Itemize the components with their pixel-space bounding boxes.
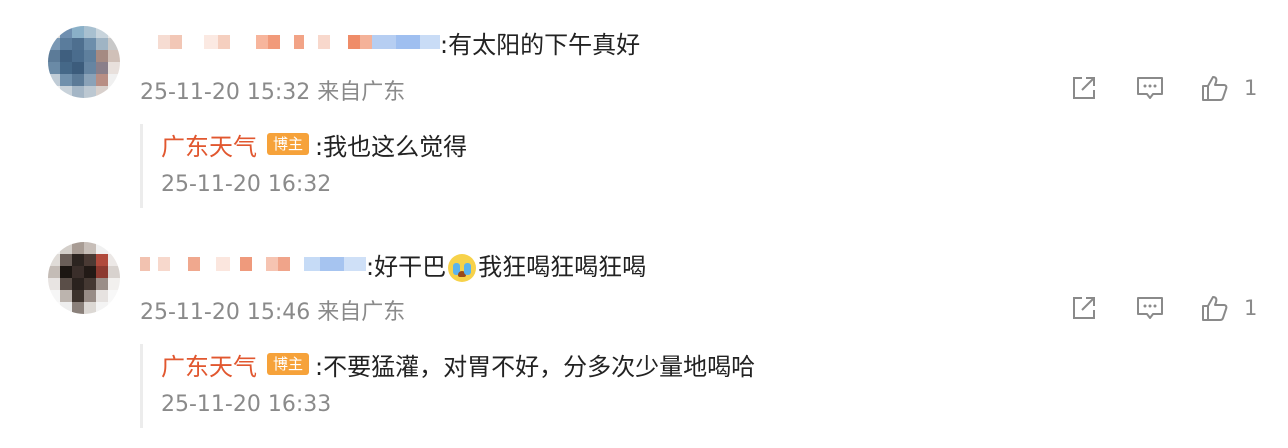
like-button[interactable]: 1	[1200, 292, 1257, 324]
reply-block: 广东天气 博主 :我也这么觉得 25-11-20 16:32	[140, 124, 1261, 208]
comment-text-before: :好干巴	[366, 252, 447, 281]
blogger-badge: 博主	[267, 353, 310, 375]
comment-icon	[1137, 297, 1163, 319]
like-count: 1	[1244, 296, 1258, 320]
reply-time: 25-11-20 16:33	[161, 392, 332, 417]
reply-text: :我也这么觉得	[315, 132, 468, 161]
reply-button[interactable]	[1134, 72, 1166, 104]
comment-meta: 25-11-20 15:32 来自广东	[140, 80, 406, 105]
comment-meta: 25-11-20 15:46 来自广东	[140, 300, 406, 325]
comment-text-after: 我狂喝狂喝狂喝	[478, 252, 647, 281]
reply-button[interactable]	[1134, 292, 1166, 324]
reply-time: 25-11-20 16:32	[161, 172, 332, 197]
share-button[interactable]	[1068, 72, 1100, 104]
share-button[interactable]	[1068, 292, 1100, 324]
comment-actions: 1	[1068, 72, 1257, 104]
crying-face-icon	[448, 253, 477, 282]
reply-author-link[interactable]: 广东天气	[161, 347, 257, 382]
avatar[interactable]	[48, 26, 120, 98]
reply-block: 广东天气 博主 :不要猛灌，对胃不好，分多次少量地喝哈 25-11-20 16:…	[140, 344, 1261, 428]
comment-icon	[1137, 77, 1163, 99]
like-count: 1	[1244, 76, 1258, 100]
reply-text: :不要猛灌，对胃不好，分多次少量地喝哈	[315, 352, 756, 381]
like-button[interactable]: 1	[1200, 72, 1257, 104]
reply-line: 广东天气 博主 :我也这么觉得	[161, 124, 1261, 164]
username-link[interactable]	[140, 32, 440, 52]
comment-item: :有太阳的下午真好 25-11-20 15:32 来自广东 1 广东天气 博主 …	[0, 0, 1288, 228]
comment-line: :好干巴 我狂喝狂喝狂喝	[140, 244, 646, 284]
comment-item: :好干巴 我狂喝狂喝狂喝 25-11-20 15:46 来自广东 1 广东天气 …	[0, 228, 1288, 448]
reply-author-link[interactable]: 广东天气	[161, 127, 257, 162]
avatar[interactable]	[48, 242, 120, 314]
username-link[interactable]	[140, 254, 366, 274]
share-icon	[1073, 297, 1095, 319]
thumbs-up-icon	[1202, 76, 1228, 101]
share-icon	[1073, 77, 1095, 99]
comment-line: :有太阳的下午真好	[140, 22, 640, 62]
emoji-mouth	[458, 270, 467, 277]
blogger-badge: 博主	[267, 133, 310, 155]
comment-text: :好干巴 我狂喝狂喝狂喝	[366, 247, 646, 282]
reply-line: 广东天气 博主 :不要猛灌，对胃不好，分多次少量地喝哈	[161, 344, 1261, 384]
comment-actions: 1	[1068, 292, 1257, 324]
comment-text: :有太阳的下午真好	[440, 30, 641, 59]
thumbs-up-icon	[1202, 296, 1228, 321]
